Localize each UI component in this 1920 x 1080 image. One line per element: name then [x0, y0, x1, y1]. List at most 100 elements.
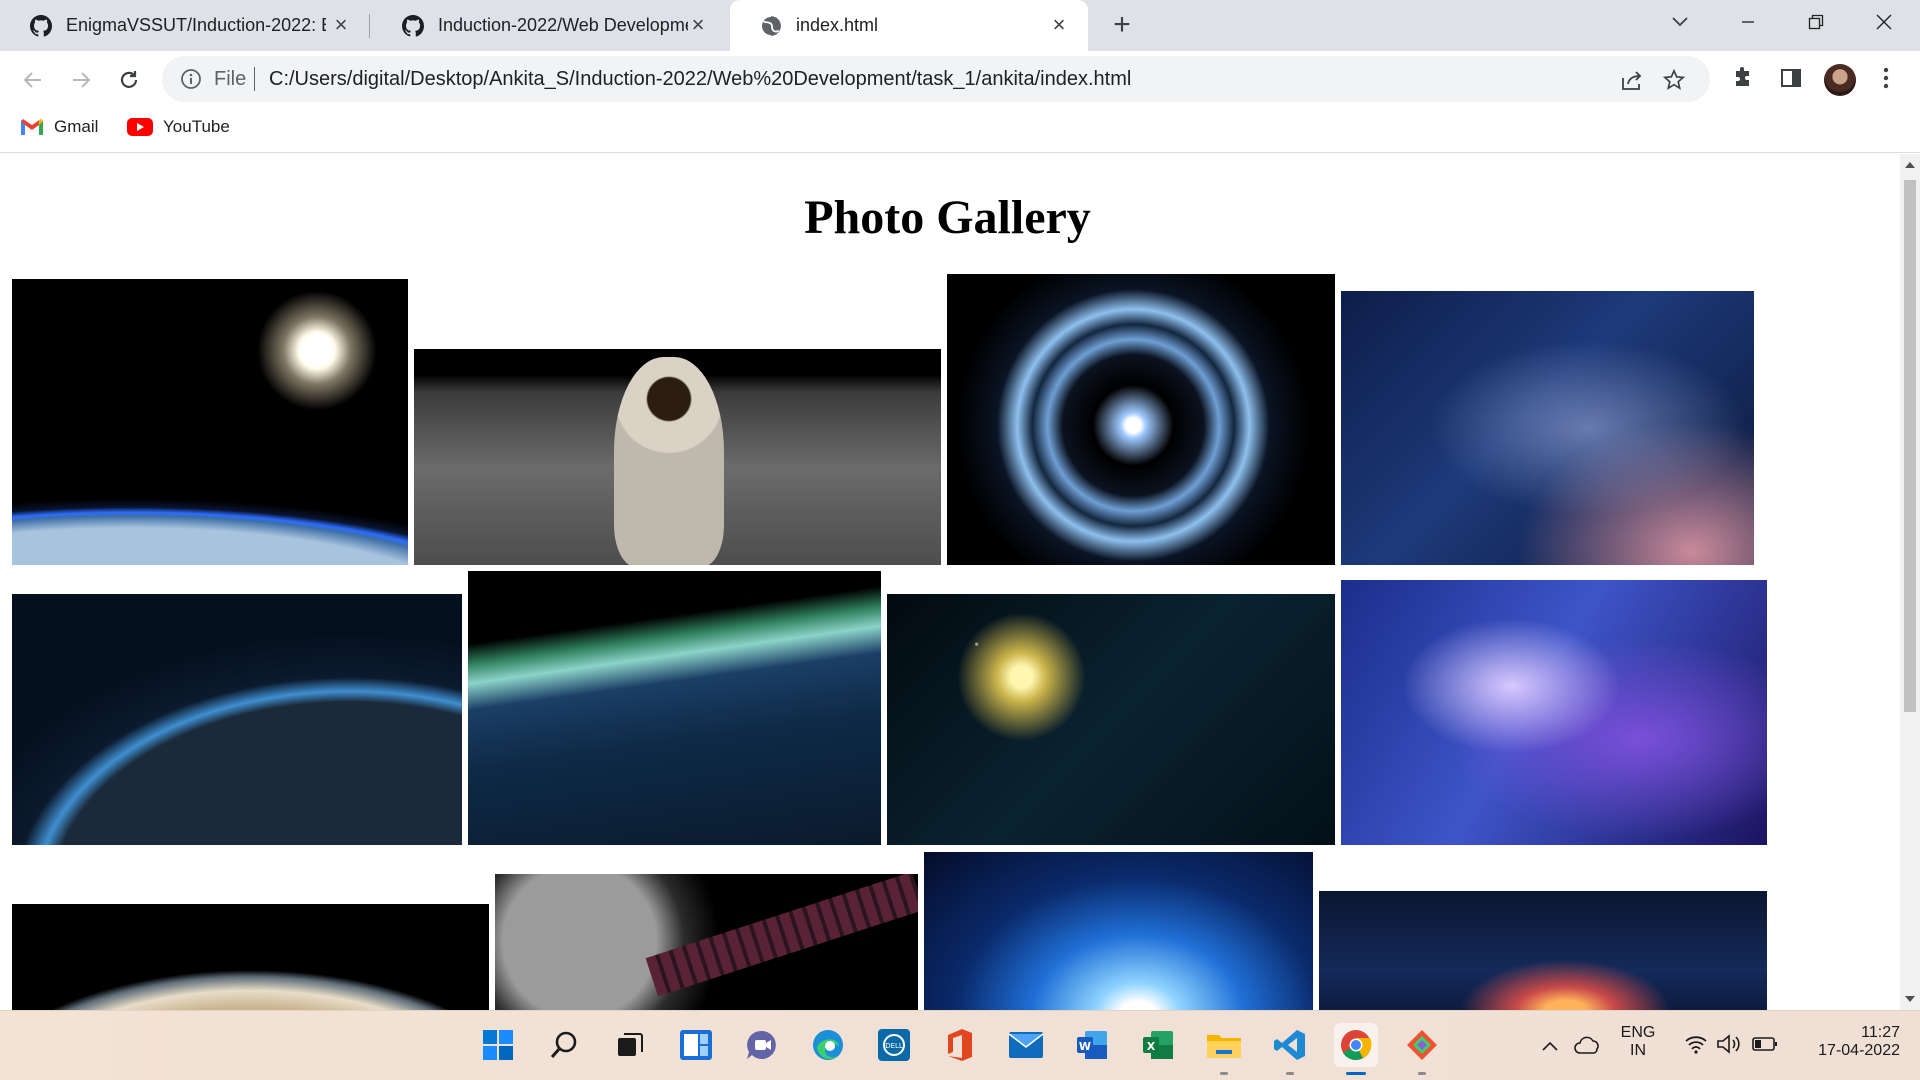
menu-dots-icon[interactable]	[1876, 66, 1896, 90]
teams-chat-icon	[747, 1030, 776, 1059]
photo-star-field	[887, 594, 1335, 845]
excel-button[interactable]: X	[1136, 1023, 1180, 1067]
file-explorer-icon	[1207, 1035, 1241, 1058]
running-indicator	[1220, 1072, 1228, 1075]
back-button[interactable]	[18, 65, 48, 95]
battery-icon[interactable]	[1752, 1036, 1778, 1052]
search-icon	[550, 1031, 577, 1058]
clock-time: 11:27	[1861, 1024, 1900, 1041]
share-icon[interactable]	[1620, 69, 1644, 91]
task-view-icon	[618, 1033, 643, 1056]
windows-taskbar: DELL W X ENG IN 11:27 17-04-2022	[0, 1010, 1920, 1080]
tab-enigma-repo[interactable]: EnigmaVSSUT/Induction-2022: Er ×	[0, 0, 370, 51]
tab-title: EnigmaVSSUT/Induction-2022: Er	[66, 15, 326, 35]
photo-milky-way	[1341, 291, 1754, 565]
tab-strip: EnigmaVSSUT/Induction-2022: Er × Inducti…	[0, 0, 1920, 51]
minimize-icon	[1742, 21, 1754, 23]
url-text[interactable]: C:/Users/digital/Desktop/Ankita_S/Induct…	[269, 68, 1131, 91]
running-indicator	[1346, 1072, 1366, 1075]
svg-text:X: X	[1147, 1040, 1156, 1053]
restore-icon	[1808, 14, 1824, 30]
onedrive-icon[interactable]	[1573, 1035, 1601, 1055]
address-separator	[254, 67, 255, 91]
search-button[interactable]	[542, 1023, 586, 1067]
teams-chat-button[interactable]	[740, 1023, 784, 1067]
dell-button[interactable]: DELL	[872, 1023, 916, 1067]
windows-start-icon	[483, 1030, 513, 1060]
file-explorer-button[interactable]	[1202, 1023, 1246, 1075]
clock-date: 17-04-2022	[1818, 1042, 1900, 1059]
start-button[interactable]	[476, 1023, 520, 1067]
task-view-button[interactable]	[608, 1023, 652, 1067]
close-icon	[1876, 14, 1892, 30]
tab-index-html[interactable]: index.html ×	[730, 0, 1088, 51]
office-button[interactable]	[938, 1023, 982, 1067]
photo-earth-horizon-sun	[12, 279, 408, 565]
photo-earth-night-lights	[12, 594, 462, 845]
vscode-icon	[1274, 1030, 1305, 1060]
new-tab-button[interactable]: +	[1108, 10, 1136, 40]
tab-web-development[interactable]: Induction-2022/Web Developme ×	[372, 0, 727, 51]
minimize-button[interactable]	[1718, 0, 1778, 44]
edge-icon	[813, 1030, 843, 1060]
git-icon	[1407, 1030, 1437, 1060]
astronaut-figure	[614, 357, 724, 565]
close-window-button[interactable]	[1854, 0, 1914, 44]
close-icon[interactable]: ×	[330, 12, 352, 37]
office-icon	[948, 1029, 972, 1061]
page-scrollbar[interactable]	[1900, 154, 1920, 1010]
info-icon[interactable]	[180, 68, 202, 90]
scroll-up-arrow[interactable]	[1905, 162, 1915, 168]
volume-icon[interactable]	[1716, 1034, 1742, 1054]
edge-button[interactable]	[806, 1023, 850, 1067]
address-bar[interactable]: File C:/Users/digital/Desktop/Ankita_S/I…	[162, 56, 1710, 102]
word-icon: W	[1077, 1031, 1107, 1059]
excel-icon: X	[1143, 1031, 1173, 1059]
profile-avatar[interactable]	[1824, 64, 1856, 96]
language-code: ENG	[1620, 1024, 1656, 1041]
gmail-icon	[21, 119, 43, 135]
scroll-thumb[interactable]	[1904, 180, 1916, 712]
photo-galaxy-nebula	[1319, 891, 1767, 1010]
tab-search-button[interactable]	[1650, 0, 1710, 44]
mail-button[interactable]	[1004, 1023, 1048, 1067]
widgets-icon	[680, 1030, 712, 1060]
chevron-up-icon[interactable]	[1542, 1041, 1558, 1051]
close-icon[interactable]: ×	[687, 12, 709, 37]
bookmark-gmail[interactable]: Gmail	[20, 117, 98, 137]
clock[interactable]: 11:27 17-04-2022	[1790, 1024, 1900, 1060]
arrow-right-icon	[73, 72, 91, 88]
wifi-icon[interactable]	[1684, 1034, 1708, 1054]
widgets-button[interactable]	[674, 1023, 718, 1067]
forward-button[interactable]	[66, 65, 96, 95]
bookmarks-bar: Gmail YouTube	[0, 107, 1920, 153]
svg-text:DELL: DELL	[885, 1042, 903, 1050]
solar-panel	[645, 874, 918, 997]
photo-astronaut-on-moon	[414, 349, 941, 565]
photo-neutron-star-vortex	[947, 274, 1335, 565]
git-button[interactable]	[1400, 1023, 1444, 1075]
github-icon	[30, 14, 52, 37]
svg-text:W: W	[1079, 1040, 1091, 1053]
arrow-left-icon	[23, 72, 41, 88]
youtube-icon	[127, 118, 153, 136]
language-indicator[interactable]: ENG IN	[1618, 1024, 1658, 1060]
bookmark-youtube[interactable]: YouTube	[127, 117, 230, 137]
tab-separator	[369, 14, 370, 38]
side-panel-icon[interactable]	[1779, 66, 1803, 90]
chrome-button[interactable]	[1334, 1023, 1378, 1075]
running-indicator	[1418, 1072, 1426, 1075]
page-title: Photo Gallery	[804, 191, 1091, 244]
extensions-icon[interactable]	[1731, 66, 1755, 90]
close-icon[interactable]: ×	[1048, 12, 1070, 37]
reload-icon	[120, 71, 138, 88]
mail-icon	[1008, 1032, 1044, 1058]
scroll-down-arrow[interactable]	[1905, 996, 1915, 1002]
reload-button[interactable]	[114, 65, 144, 95]
page-viewport: Photo Gallery	[0, 154, 1900, 1010]
restore-button[interactable]	[1786, 0, 1846, 44]
star-icon[interactable]	[1662, 69, 1686, 91]
word-button[interactable]: W	[1070, 1023, 1114, 1067]
tab-title: index.html	[796, 15, 879, 35]
vscode-button[interactable]	[1268, 1023, 1312, 1075]
